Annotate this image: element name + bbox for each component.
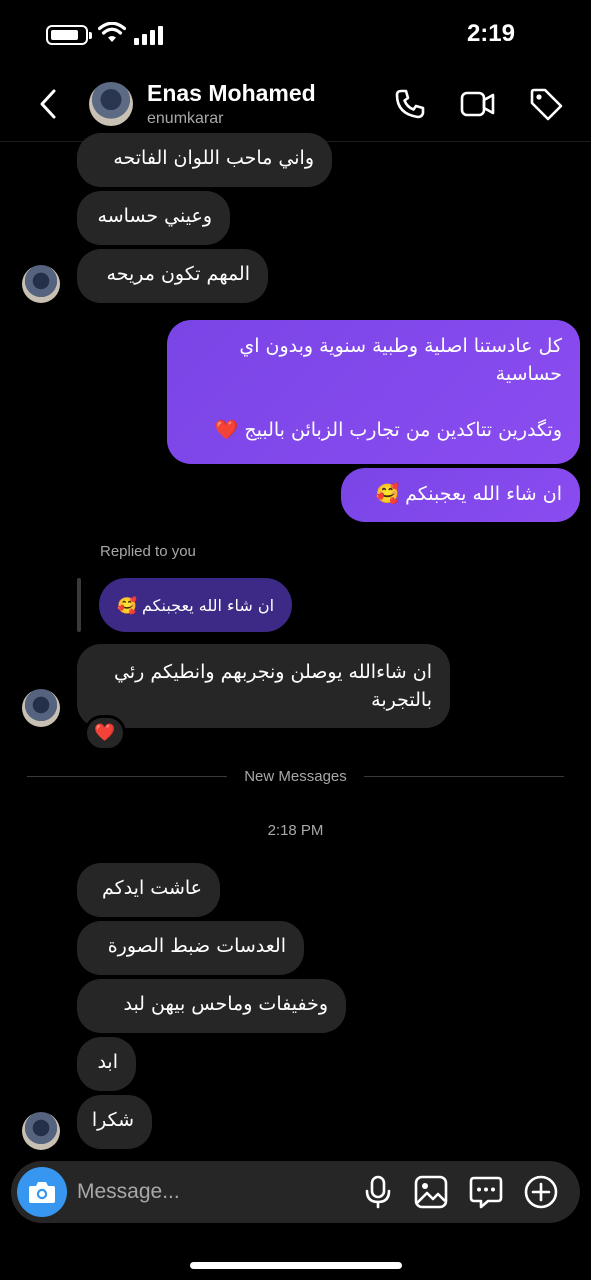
reaction-heart[interactable]: ❤️ [84, 715, 126, 751]
contact-username[interactable]: enumkarar [147, 110, 223, 128]
status-time: 2:19 [466, 20, 515, 47]
message-incoming[interactable]: العدسات ضبط الصورة [77, 921, 304, 975]
message-incoming[interactable]: واني ماحب اللوان الفاتحه [77, 133, 332, 187]
phone-icon[interactable] [392, 86, 428, 122]
message-composer [11, 1161, 580, 1223]
message-incoming[interactable]: شكرا [77, 1095, 152, 1149]
home-indicator [190, 1262, 402, 1269]
reply-indicator [77, 578, 81, 632]
camera-icon [29, 1182, 55, 1203]
tag-icon[interactable] [528, 86, 564, 122]
chat-header: Enas Mohamed enumkarar [0, 70, 591, 142]
message-incoming[interactable]: وعيني حساسه [77, 191, 230, 245]
avatar[interactable] [22, 689, 60, 727]
message-timestamp: 2:18 PM [267, 822, 324, 839]
avatar[interactable] [22, 265, 60, 303]
message-outgoing[interactable]: كل عادستنا اصلية وطبية سنوية وبدون اي حس… [167, 320, 580, 464]
status-bar: 2:19 [0, 0, 591, 70]
battery-level [51, 30, 79, 40]
gallery-icon[interactable] [413, 1174, 449, 1210]
microphone-icon[interactable] [360, 1174, 396, 1210]
sticker-icon[interactable] [468, 1174, 504, 1210]
wifi-icon [98, 22, 126, 42]
message-incoming[interactable]: ابد [77, 1037, 136, 1091]
cellular-signal-icon [134, 25, 163, 45]
message-outgoing[interactable]: ان شاء الله يعجبنكم 🥰 [341, 468, 580, 522]
reply-quote[interactable]: ان شاء الله يعجبنكم 🥰 [99, 578, 293, 632]
avatar[interactable] [89, 82, 133, 126]
message-incoming[interactable]: وخفيفات وماحس بيهن لبد [77, 979, 346, 1033]
avatar[interactable] [22, 1112, 60, 1150]
chevron-left-icon[interactable] [34, 86, 66, 122]
contact-name[interactable]: Enas Mohamed [147, 80, 316, 107]
message-input[interactable] [77, 1169, 347, 1215]
message-incoming[interactable]: المهم تكون مريحه [77, 249, 268, 303]
video-camera-icon[interactable] [460, 86, 496, 122]
battery-icon [46, 25, 92, 45]
camera-button[interactable] [17, 1167, 67, 1217]
add-icon[interactable] [523, 1174, 559, 1210]
message-incoming[interactable]: عاشت ايدكم [77, 863, 220, 917]
replied-label: Replied to you [100, 543, 196, 560]
new-messages-divider: New Messages [244, 768, 347, 785]
message-incoming[interactable]: ان شاءالله يوصلن ونجربهم وانطيكم رئي بال… [77, 644, 450, 728]
